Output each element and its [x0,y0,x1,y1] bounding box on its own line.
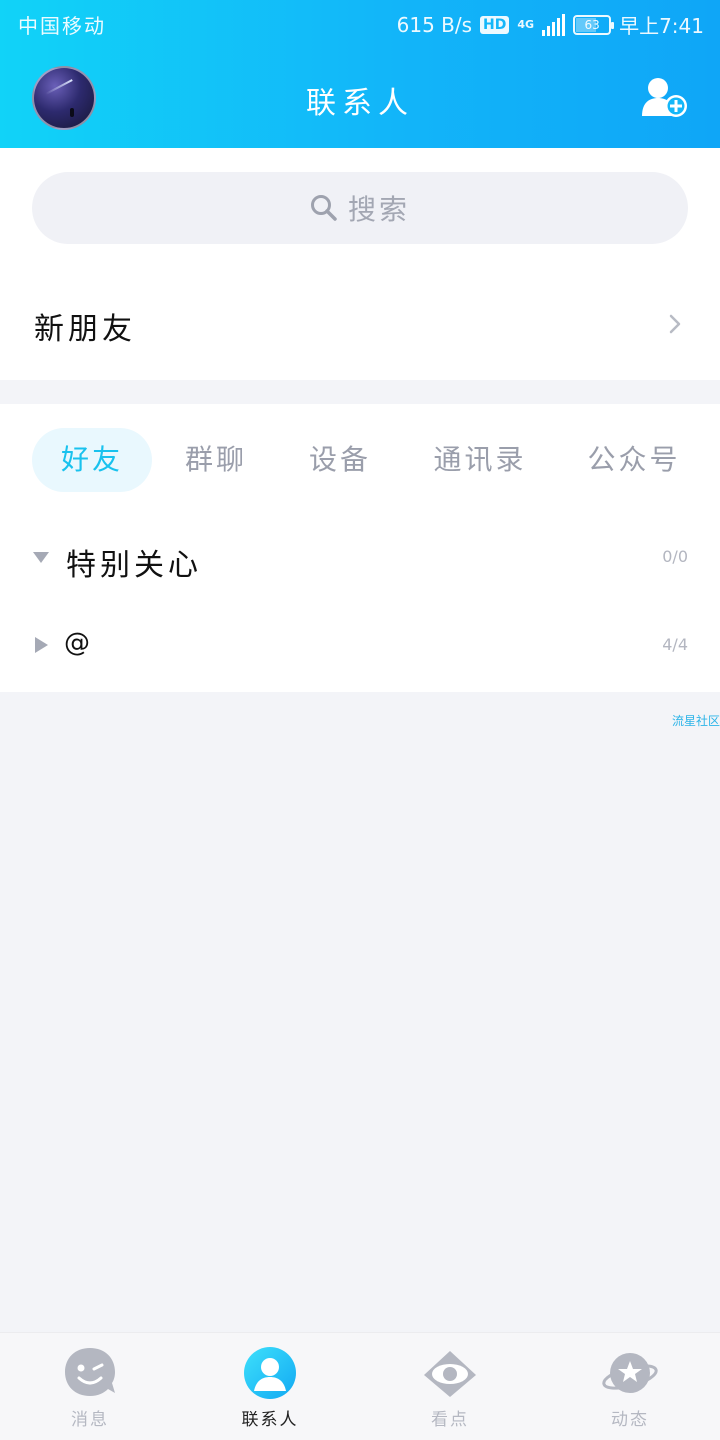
hd-badge: HD [480,15,510,34]
tab-friends[interactable]: 好友 [32,428,152,492]
status-bar: 中国移动 615 B/s HD 4G 63 早上7:41 [0,0,720,48]
watermark-text: 流星社区 [671,714,720,728]
eye-icon [424,1351,476,1397]
group-name: @ [64,628,94,658]
caret-down-icon [33,552,49,563]
nav-label: 联系人 [241,1410,299,1430]
header-bar: 中国移动 615 B/s HD 4G 63 早上7:41 联系人 [0,0,720,148]
search-section: 搜索 新朋友 [0,148,720,380]
tab-devices[interactable]: 设备 [292,428,388,492]
group-count: 0/0 [662,547,688,566]
new-friends-row[interactable]: 新朋友 [0,266,720,380]
signal-icon [542,13,566,36]
group-row-special[interactable]: 特别关心 0/0 [0,518,720,598]
tab-official-accounts[interactable]: 公众号 [574,428,694,492]
nav-item-feed[interactable]: 动态 [570,1345,690,1435]
nav-label: 消息 [71,1410,109,1430]
chevron-right-icon [669,314,681,334]
contacts-card: 好友 群聊 设备 通讯录 公众号 特别关心 0/0 @ 4/4 [0,404,720,692]
bottom-nav: 消息 联系人 看点 动态 [0,1332,720,1440]
tab-groups[interactable]: 群聊 [168,428,264,492]
caret-right-icon [35,637,48,653]
nav-label: 动态 [611,1410,649,1430]
network-type: 4G [517,18,535,31]
group-name: 特别关心 [66,548,202,583]
nav-item-discover[interactable]: 看点 [390,1345,510,1435]
battery-icon: 63 [573,14,615,35]
carrier-name: 中国移动 [18,14,106,38]
planet-icon [602,1353,658,1393]
battery-level: 63 [584,17,600,32]
nav-item-contacts[interactable]: 联系人 [210,1345,330,1435]
search-icon [310,195,337,221]
search-input[interactable]: 搜索 [32,172,688,244]
network-speed: 615 B/s [396,12,473,37]
add-contact-icon[interactable] [640,76,688,120]
nav-item-messages[interactable]: 消息 [30,1345,150,1435]
search-placeholder: 搜索 [347,193,410,226]
clock: 早上7:41 [619,14,704,38]
contacts-icon [244,1347,296,1399]
nav-label: 看点 [431,1410,469,1430]
page-title: 联系人 [306,86,414,121]
tab-phonebook[interactable]: 通讯录 [420,428,540,492]
group-row-at[interactable]: @ 4/4 [0,606,720,686]
status-indicators: 615 B/s HD 4G 63 早上7:41 [397,10,704,39]
new-friends-label: 新朋友 [34,312,136,347]
message-icon [65,1348,115,1396]
group-count: 4/4 [662,635,688,654]
